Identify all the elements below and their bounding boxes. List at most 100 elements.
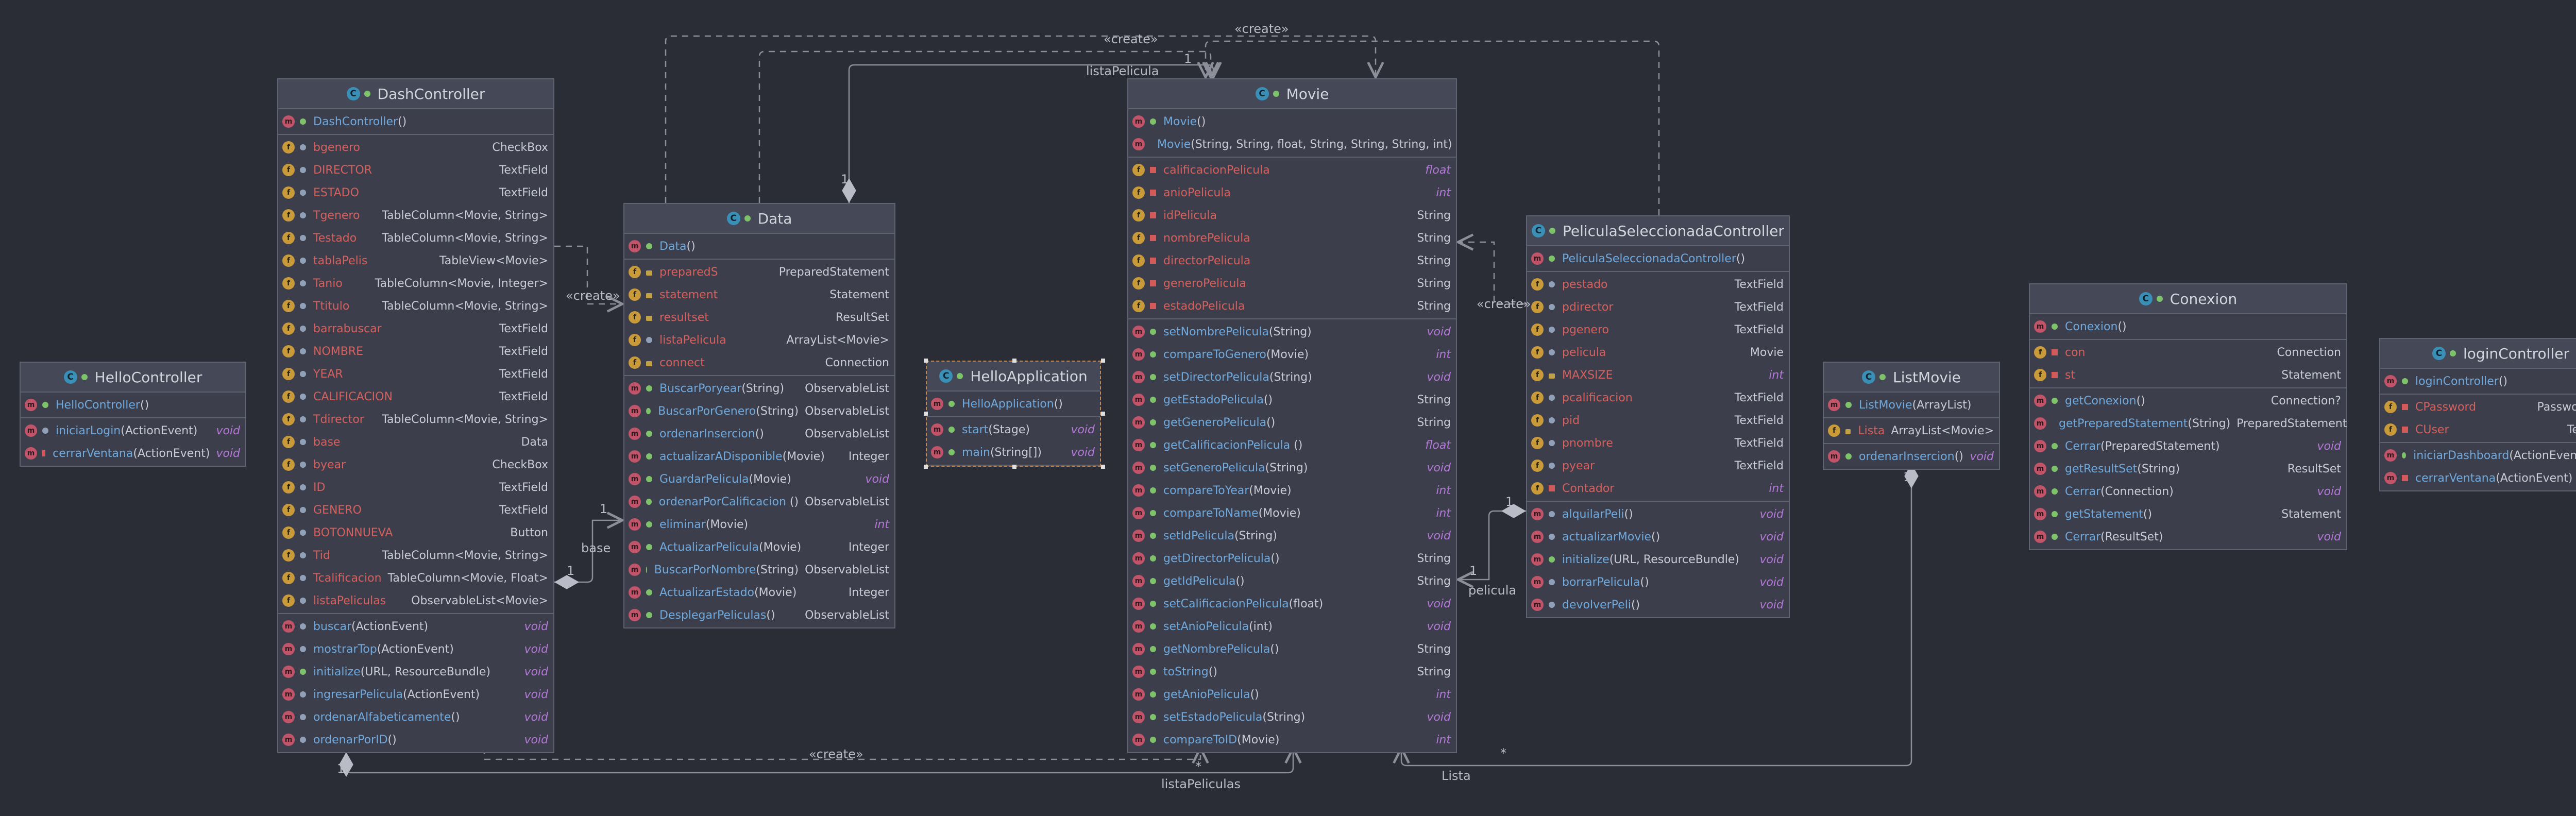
- method-row[interactable]: m DesplegarPeliculas() ObservableList: [624, 604, 894, 626]
- method-row[interactable]: m getIdPelicula() String: [1128, 570, 1456, 592]
- method-row[interactable]: m compareToName(Movie) int: [1128, 502, 1456, 524]
- selection-handle[interactable]: [1101, 412, 1105, 416]
- field-row[interactable]: f Tid TableColumn<Movie, String>: [278, 544, 553, 567]
- class-header[interactable]: C HelloController: [21, 363, 245, 393]
- method-row[interactable]: m ordenarInsercion() ObservableList: [624, 422, 894, 445]
- field-row[interactable]: f Lista ArrayList<Movie>: [1824, 419, 1999, 442]
- method-row[interactable]: m ordenarInsercion() void: [1824, 445, 1999, 468]
- method-row[interactable]: m setDirectorPelicula(String) void: [1128, 366, 1456, 388]
- field-row[interactable]: f estadoPelicula String: [1128, 295, 1456, 317]
- field-row[interactable]: f anioPelicula int: [1128, 181, 1456, 204]
- method-row[interactable]: m getGeneroPelicula() String: [1128, 411, 1456, 434]
- field-row[interactable]: f Ttitulo TableColumn<Movie, String>: [278, 295, 553, 317]
- method-row[interactable]: m Cerrar(ResultSet) void: [2030, 525, 2346, 548]
- field-row[interactable]: f barrabuscar TextField: [278, 317, 553, 340]
- method-row[interactable]: m devolverPeli() void: [1527, 593, 1789, 616]
- method-row[interactable]: m toString() String: [1128, 660, 1456, 683]
- field-row[interactable]: f resultset ResultSet: [624, 306, 894, 329]
- class-header[interactable]: C ListMovie: [1824, 363, 1999, 393]
- method-row[interactable]: m ordenarPorID() void: [278, 728, 553, 751]
- class-box-dashcontroller[interactable]: C DashController m DashController() f bgenero…: [277, 78, 554, 753]
- method-row[interactable]: m setGeneroPelicula(String) void: [1128, 456, 1456, 479]
- method-row[interactable]: m compareToID(Movie) int: [1128, 728, 1456, 751]
- field-row[interactable]: f bgenero CheckBox: [278, 136, 553, 159]
- field-row[interactable]: f con Connection: [2030, 341, 2346, 364]
- field-row[interactable]: f pelicula Movie: [1527, 341, 1789, 364]
- method-row[interactable]: m getResultSet(String) ResultSet: [2030, 457, 2346, 480]
- field-row[interactable]: f calificacionPelicula float: [1128, 159, 1456, 181]
- method-row[interactable]: m borrarPelicula() void: [1527, 571, 1789, 593]
- method-row[interactable]: m buscar(ActionEvent) void: [278, 615, 553, 638]
- method-row[interactable]: m getNombrePelicula() String: [1128, 638, 1456, 660]
- method-row[interactable]: m Data(): [624, 235, 894, 258]
- method-row[interactable]: m actualizarADisponible(Movie) Integer: [624, 445, 894, 468]
- method-row[interactable]: mcerrarVentana(ActionEvent)void: [21, 442, 245, 465]
- class-box-hellocontroller[interactable]: C HelloController m HelloController() m inici…: [20, 362, 246, 467]
- class-header[interactable]: C Movie: [1128, 79, 1456, 109]
- field-row[interactable]: f Tdirector TableColumn<Movie, String>: [278, 408, 553, 431]
- field-row[interactable]: f base Data: [278, 431, 553, 453]
- field-row[interactable]: f BOTONNUEVA Button: [278, 521, 553, 544]
- method-row[interactable]: m DashController(): [278, 110, 553, 133]
- selection-handle[interactable]: [924, 412, 928, 416]
- method-row[interactable]: m eliminar(Movie) int: [624, 513, 894, 536]
- selection-handle[interactable]: [924, 465, 928, 469]
- field-row[interactable]: f tablaPelis TableView<Movie>: [278, 249, 553, 272]
- method-row[interactable]: m Movie(): [1128, 110, 1456, 133]
- method-row[interactable]: m getEstadoPelicula() String: [1128, 388, 1456, 411]
- field-row[interactable]: f preparedS PreparedStatement: [624, 261, 894, 283]
- method-row[interactable]: m setAnioPelicula(int) void: [1128, 615, 1456, 638]
- method-row[interactable]: m BuscarPoryear(String) ObservableList: [624, 377, 894, 400]
- class-header[interactable]: C HelloApplication: [927, 362, 1100, 392]
- method-row[interactable]: m PeliculaSeleccionadaController(): [1527, 247, 1789, 270]
- method-row[interactable]: m getDirectorPelicula() String: [1128, 547, 1456, 570]
- method-row[interactable]: m Cerrar(Connection) void: [2030, 480, 2346, 503]
- class-header[interactable]: C PeliculaSeleccionadaController: [1527, 216, 1789, 246]
- field-row[interactable]: f DIRECTOR TextField: [278, 159, 553, 181]
- class-header[interactable]: C Data: [624, 204, 894, 234]
- field-row[interactable]: f listaPelicula ArrayList<Movie>: [624, 329, 894, 351]
- class-box-data[interactable]: C Data m Data() f preparedS PreparedStatement f…: [623, 203, 895, 628]
- field-row[interactable]: f directorPelicula String: [1128, 249, 1456, 272]
- method-row[interactable]: m Cerrar(PreparedStatement) void: [2030, 435, 2346, 457]
- field-row[interactable]: f pestado TextField: [1527, 273, 1789, 296]
- class-box-listmovie[interactable]: C ListMovie m ListMovie(ArrayList) f Lista Arr…: [1823, 362, 2000, 470]
- field-row[interactable]: f CUser TextField: [2380, 418, 2576, 441]
- method-row[interactable]: m getCalificacionPelicula () float: [1128, 434, 1456, 456]
- method-row[interactable]: m initialize(URL, ResourceBundle) void: [1527, 548, 1789, 571]
- method-row[interactable]: mcerrarVentana(ActionEvent)void: [2380, 467, 2576, 489]
- field-row[interactable]: f listaPeliculas ObservableList<Movie>: [278, 589, 553, 612]
- method-row[interactable]: m loginController(): [2380, 370, 2576, 393]
- selection-handle[interactable]: [924, 359, 928, 363]
- field-row[interactable]: f statement Statement: [624, 283, 894, 306]
- field-row[interactable]: f NOMBRE TextField: [278, 340, 553, 363]
- class-box-movie[interactable]: C Movie m Movie() m Movie(String, String, flo…: [1127, 78, 1457, 753]
- class-header[interactable]: C DashController: [278, 79, 553, 109]
- method-row[interactable]: m Conexion(): [2030, 315, 2346, 338]
- method-row[interactable]: m alquilarPeli() void: [1527, 503, 1789, 525]
- method-row[interactable]: m main(String[]) void: [927, 441, 1100, 464]
- method-row[interactable]: m setIdPelicula(String) void: [1128, 524, 1456, 547]
- field-row[interactable]: f CALIFICACION TextField: [278, 385, 553, 408]
- method-row[interactable]: m HelloController(): [21, 394, 245, 416]
- method-row[interactable]: m compareToYear(Movie) int: [1128, 479, 1456, 502]
- method-row[interactable]: m GuardarPelicula(Movie) void: [624, 468, 894, 490]
- field-row[interactable]: f byear CheckBox: [278, 453, 553, 476]
- class-box-conexion[interactable]: C Conexion m Conexion() f con Connection f st Sta…: [2029, 283, 2347, 550]
- method-row[interactable]: m start(Stage) void: [927, 418, 1100, 441]
- field-row[interactable]: f Tcalificacion TableColumn<Movie, Float>: [278, 567, 553, 589]
- field-row[interactable]: f ESTADO TextField: [278, 181, 553, 204]
- field-row[interactable]: f connect Connection: [624, 351, 894, 374]
- method-row[interactable]: m ordenarAlfabeticamente() void: [278, 706, 553, 728]
- field-row[interactable]: f pdirector TextField: [1527, 296, 1789, 318]
- field-row[interactable]: f MAXSIZE int: [1527, 364, 1789, 386]
- method-row[interactable]: m ordenarPorCalificacion () ObservableList: [624, 490, 894, 513]
- method-row[interactable]: m Movie(String, String, float, String, St…: [1128, 133, 1456, 156]
- method-row[interactable]: m ListMovie(ArrayList): [1824, 394, 1999, 416]
- field-row[interactable]: f idPelicula String: [1128, 204, 1456, 227]
- field-row[interactable]: f Tgenero TableColumn<Movie, String>: [278, 204, 553, 227]
- field-row[interactable]: f YEAR TextField: [278, 363, 553, 385]
- field-row[interactable]: f Tanio TableColumn<Movie, Integer>: [278, 272, 553, 295]
- method-row[interactable]: m getConexion() Connection?: [2030, 389, 2346, 412]
- method-row[interactable]: miniciarDashboard(ActionEvent)void: [2380, 444, 2576, 467]
